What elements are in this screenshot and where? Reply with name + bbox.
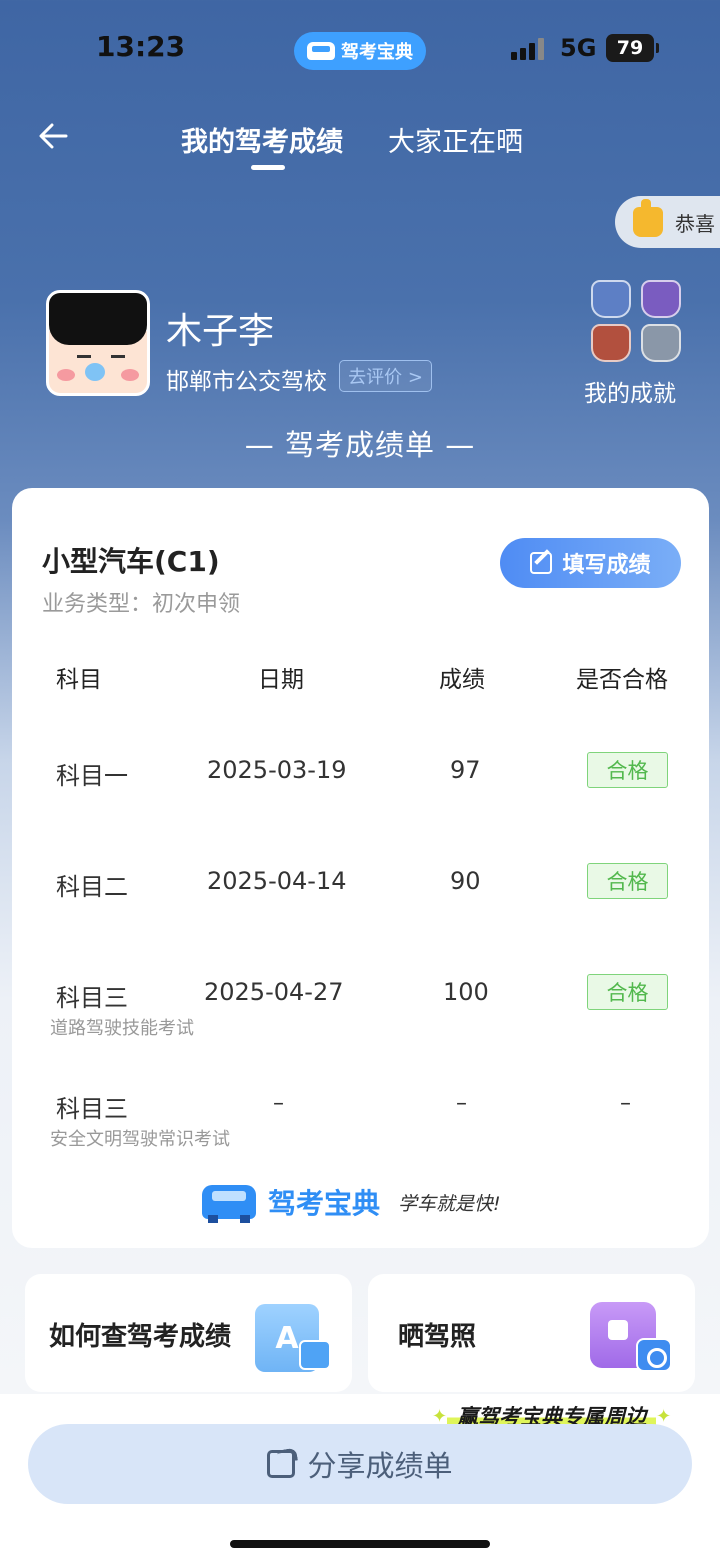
pass-badge: 合格 xyxy=(587,863,668,899)
badge-icon xyxy=(591,324,631,362)
avatar[interactable] xyxy=(46,290,150,396)
row-passed: – xyxy=(620,1091,631,1116)
achievement-badges[interactable] xyxy=(589,280,685,364)
signal-icon xyxy=(511,38,544,60)
row-score: 97 xyxy=(450,756,481,784)
edit-icon xyxy=(530,552,553,574)
row-subtitle: 道路驾驶技能考试 xyxy=(50,1018,194,1039)
status-bar: 13:23 驾考宝典 5G 79 xyxy=(0,0,720,100)
pass-badge: 合格 xyxy=(587,974,668,1010)
brand-logo: 驾考宝典 学车就是快! xyxy=(202,1182,501,1223)
clock: 13:23 xyxy=(96,30,186,63)
pass-badge: 合格 xyxy=(587,752,668,788)
brand-slogan: 学车就是快! xyxy=(398,1192,501,1215)
header-score: 成绩 xyxy=(439,667,485,693)
report-title: — 驾考成绩单 — xyxy=(244,428,476,462)
business-type: 业务类型：初次申领 xyxy=(42,592,241,617)
share-icon xyxy=(267,1450,296,1478)
row-date: 2025-04-27 xyxy=(204,978,344,1006)
row-date: 2025-04-14 xyxy=(207,867,347,895)
row-subject: 科目三 xyxy=(56,984,128,1012)
row-date: 2025-03-19 xyxy=(207,756,347,784)
tab-my-scores[interactable]: 我的驾考成绩 xyxy=(181,120,343,159)
row-subject: 科目三 xyxy=(56,1095,128,1123)
driving-school: 邯郸市公交驾校 xyxy=(166,369,327,395)
tile-label: 晒驾照 xyxy=(398,1322,477,1352)
sparkle-icon: ✦ xyxy=(656,1405,672,1427)
how-to-query-tile[interactable]: 如何查驾考成绩 A xyxy=(25,1274,352,1392)
share-label: 分享成绩单 xyxy=(307,1449,453,1483)
header-date: 日期 xyxy=(258,667,304,693)
tile-label: 如何查驾考成绩 xyxy=(49,1322,232,1352)
fill-score-button[interactable]: 填写成绩 xyxy=(500,538,681,588)
congrats-banner[interactable]: 恭喜 xyxy=(615,196,720,248)
user-name: 木子李 xyxy=(166,311,275,352)
header-passed: 是否合格 xyxy=(576,667,668,693)
congrats-text: 恭喜 xyxy=(675,211,715,236)
row-subject: 科目一 xyxy=(56,762,128,790)
vehicle-type: 小型汽车(C1) xyxy=(42,545,220,578)
row-subject: 科目二 xyxy=(56,873,128,901)
row-score: 100 xyxy=(443,978,489,1006)
app-pill-label: 驾考宝典 xyxy=(341,42,413,63)
tab-indicator xyxy=(251,165,285,170)
thumbs-up-icon xyxy=(633,199,663,237)
tab-everyone-sharing[interactable]: 大家正在晒 xyxy=(388,120,523,159)
show-license-tile[interactable]: 晒驾照 xyxy=(368,1274,695,1392)
share-report-button[interactable]: 分享成绩单 xyxy=(28,1424,692,1504)
row-score: – xyxy=(456,1091,467,1116)
achievements-label[interactable]: 我的成就 xyxy=(584,374,676,408)
fill-score-label: 填写成绩 xyxy=(562,553,651,578)
battery-icon: 79 xyxy=(606,34,659,62)
score-card: 小型汽车(C1) 业务类型：初次申领 填写成绩 科目 日期 成绩 是否合格 科目… xyxy=(12,488,709,1248)
car-logo-icon xyxy=(202,1185,256,1223)
network-type: 5G xyxy=(560,34,597,62)
row-date: – xyxy=(273,1091,284,1116)
badge-icon xyxy=(641,324,681,362)
home-indicator[interactable] xyxy=(230,1540,490,1548)
car-icon xyxy=(307,42,335,60)
header-subject: 科目 xyxy=(56,667,102,693)
rate-school-button[interactable]: 去评价 > xyxy=(339,360,432,392)
brand-name: 驾考宝典 xyxy=(268,1187,381,1220)
row-score: 90 xyxy=(450,867,481,895)
back-arrow-icon[interactable] xyxy=(36,118,72,154)
badge-icon xyxy=(641,280,681,318)
row-subtitle: 安全文明驾驶常识考试 xyxy=(50,1129,230,1150)
badge-icon xyxy=(591,280,631,318)
camera-icon xyxy=(636,1338,672,1372)
app-pill[interactable]: 驾考宝典 xyxy=(294,32,426,70)
magnifier-icon xyxy=(299,1340,331,1370)
